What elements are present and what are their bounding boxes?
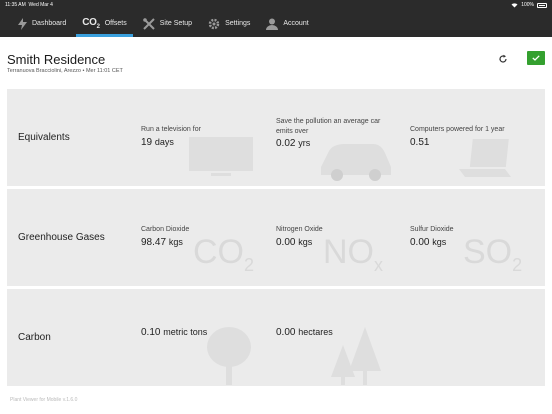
person-icon — [266, 18, 279, 30]
ghg-so2-number: 0.00 — [410, 236, 430, 248]
ghg-co2-unit: kgs — [168, 236, 183, 247]
tools-icon — [142, 17, 155, 30]
ghg-so2-label: Sulfur Dioxide — [410, 226, 454, 233]
carbon-metric-tons-cell: 0.10 metric tons — [141, 325, 261, 385]
ghg-so2-value: 0.00 kgs — [410, 237, 530, 248]
ghg-co2-label: Carbon Dioxide — [141, 226, 190, 233]
ghg-nox-number: 0.00 — [276, 236, 296, 248]
ghg-so2-cell: Sulfur Dioxide 0.00 kgs — [410, 225, 530, 285]
wifi-icon — [511, 2, 518, 7]
equiv-computers-cell: Computers powered for 1 year 0.51 — [410, 125, 530, 185]
tab-site-setup[interactable]: Site Setup — [135, 10, 200, 37]
status-time: 11:35 AM — [5, 2, 26, 8]
status-bar: 11:35 AM Wed Mar 4 100% — [0, 0, 552, 10]
equiv-television-number: 19 — [141, 136, 153, 148]
gear-icon — [208, 18, 220, 29]
carbon-hectares-number: 0.00 — [276, 327, 296, 338]
carbon-metric-tons-number: 0.10 — [141, 327, 161, 338]
equiv-television-label: Run a television for — [141, 126, 201, 133]
equiv-computers-number: 0.51 — [410, 136, 430, 148]
ghg-co2-value: 98.47 kgs — [141, 237, 261, 248]
greenhouse-gases-panel: Greenhouse Gases CO2 NOx SO2 Carbon Diox… — [7, 189, 545, 286]
ghg-nox-unit: kgs — [298, 236, 313, 247]
row-label-equivalents: Equivalents — [18, 132, 70, 143]
equiv-car-number: 0.02 — [276, 138, 296, 149]
status-right: 100% — [511, 2, 547, 8]
equiv-car-unit: yrs — [298, 138, 311, 148]
tab-settings-label: Settings — [225, 20, 251, 27]
equiv-car-cell: Save the pollution an average car emits … — [276, 117, 396, 177]
row-label-carbon: Carbon — [18, 332, 51, 343]
nav-bar: Dashboard CO2 Offsets Site Setup Setting… — [0, 10, 552, 37]
tab-account-label: Account — [283, 20, 309, 27]
lightning-icon — [18, 17, 27, 30]
equiv-computers-value: 0.51 — [410, 137, 530, 148]
status-time-date: 11:35 AM Wed Mar 4 — [5, 2, 53, 8]
ghg-co2-number: 98.47 — [141, 236, 167, 248]
tab-account[interactable]: Account — [258, 10, 316, 37]
confirm-button[interactable] — [527, 51, 545, 65]
carbon-metric-tons-value: 0.10 metric tons — [141, 327, 261, 338]
tab-offsets-label: Offsets — [104, 20, 127, 27]
equiv-car-label: Save the pollution an average car emits … — [276, 118, 381, 135]
ghg-nox-label: Nitrogen Oxide — [276, 226, 323, 233]
equiv-computers-label: Computers powered for 1 year — [410, 126, 505, 133]
tab-settings[interactable]: Settings — [200, 10, 258, 37]
carbon-panel: Carbon 0.10 metric tons 0.00 hectares — [7, 289, 545, 386]
equivalents-panel: Equivalents Run a television for 19 days… — [7, 89, 545, 186]
battery-icon — [537, 2, 547, 8]
equiv-car-value: 0.02 yrs — [276, 138, 396, 149]
page-title: Smith Residence — [7, 52, 106, 67]
co2-icon: CO2 — [82, 17, 100, 30]
tab-dashboard-label: Dashboard — [32, 20, 67, 27]
carbon-metric-tons-unit: metric tons — [163, 327, 208, 337]
ghg-so2-unit: kgs — [432, 236, 447, 247]
ghg-co2-cell: Carbon Dioxide 98.47 kgs — [141, 225, 261, 285]
carbon-hectares-value: 0.00 hectares — [276, 327, 396, 338]
site-header: Smith Residence Terranuova Bracciolini, … — [0, 37, 552, 87]
tab-dashboard[interactable]: Dashboard — [10, 10, 74, 37]
equiv-television-value: 19 days — [141, 137, 261, 148]
tab-offsets[interactable]: CO2 Offsets — [74, 10, 135, 37]
refresh-icon[interactable] — [498, 54, 508, 64]
checkmark-icon — [532, 55, 540, 61]
equiv-television-cell: Run a television for 19 days — [141, 125, 261, 185]
status-date: Wed Mar 4 — [28, 2, 53, 8]
ghg-nox-value: 0.00 kgs — [276, 237, 396, 248]
footer-version: Plant Viewer for Mobile v.1.6.0 — [10, 397, 78, 403]
site-location: Terranuova Bracciolini, Arezzo • Mer 11:… — [7, 68, 123, 74]
carbon-hectares-cell: 0.00 hectares — [276, 325, 396, 385]
carbon-hectares-unit: hectares — [298, 327, 333, 337]
battery-percent: 100% — [521, 2, 534, 8]
row-label-greenhouse-gases: Greenhouse Gases — [18, 232, 105, 243]
ghg-nox-cell: Nitrogen Oxide 0.00 kgs — [276, 225, 396, 285]
equiv-television-unit: days — [154, 136, 174, 147]
tab-site-setup-label: Site Setup — [159, 20, 193, 27]
